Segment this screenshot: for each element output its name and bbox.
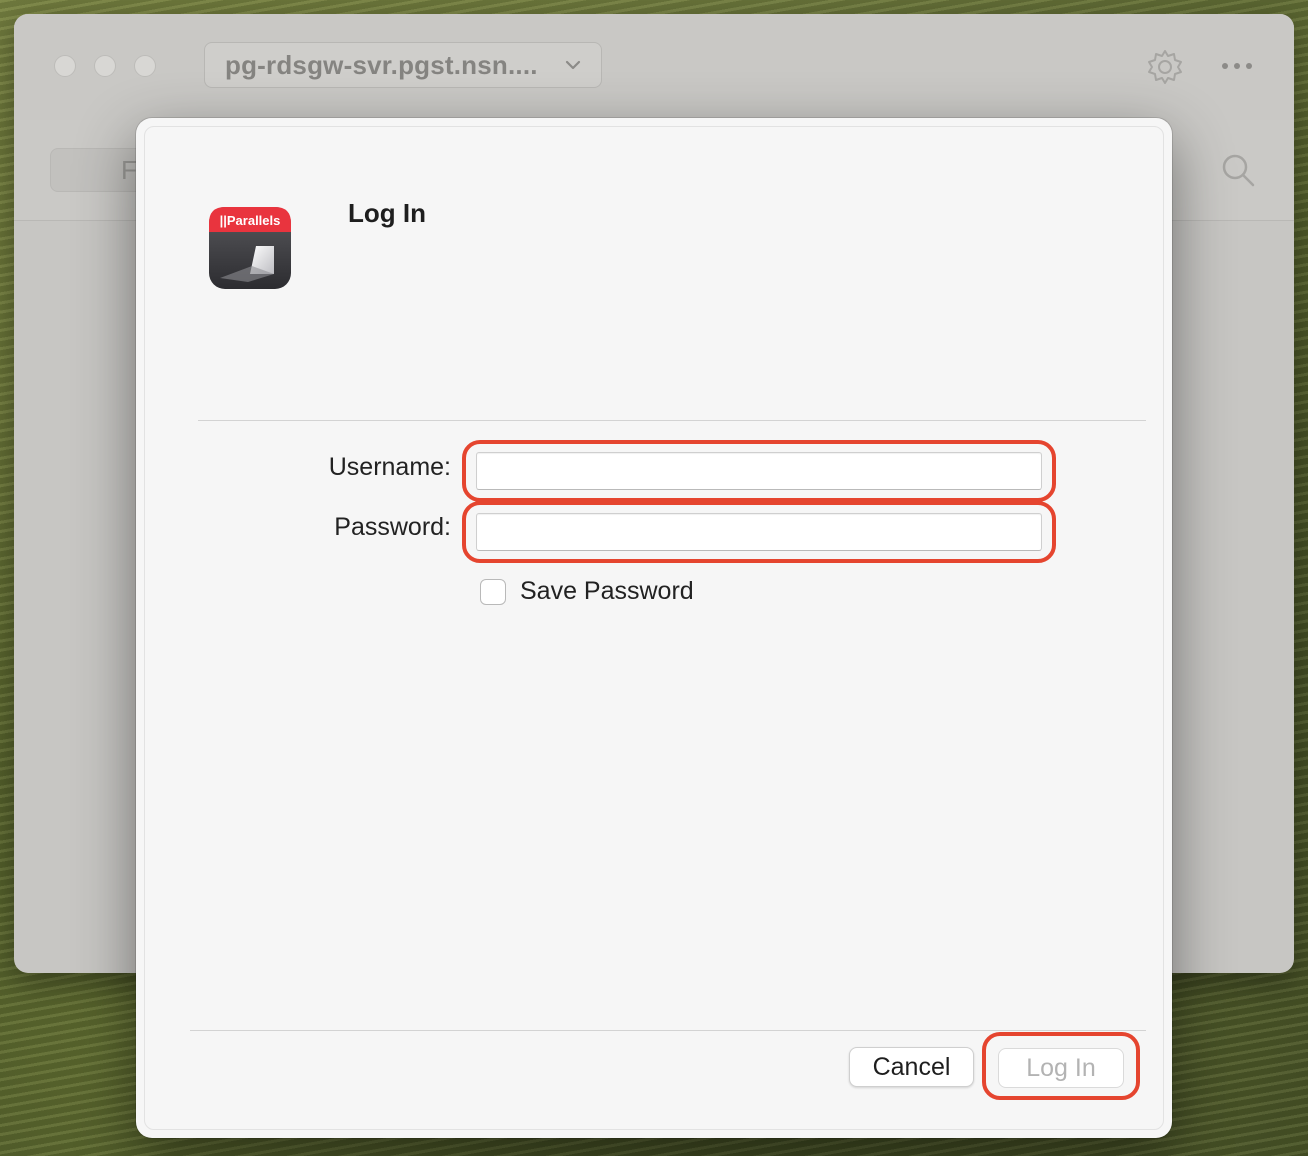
host-selector-value: pg-rdsgw-svr.pgst.nsn.... — [225, 49, 538, 80]
app-icon-text: ||Parallels — [220, 213, 281, 228]
close-window-button[interactable] — [54, 55, 76, 77]
gear-icon[interactable] — [1146, 48, 1184, 86]
divider — [198, 420, 1146, 421]
zoom-window-button[interactable] — [134, 55, 156, 77]
username-highlight — [462, 440, 1056, 502]
login-button[interactable]: Log In — [998, 1048, 1124, 1088]
username-field[interactable] — [476, 452, 1042, 490]
username-label: Username: — [328, 453, 451, 481]
more-icon[interactable] — [1220, 60, 1254, 72]
window-titlebar: pg-rdsgw-svr.pgst.nsn.... — [14, 14, 1294, 121]
password-field[interactable] — [476, 513, 1042, 551]
parallels-app-icon: ||Parallels — [209, 207, 291, 289]
minimize-window-button[interactable] — [94, 55, 116, 77]
dialog-title: Log In — [348, 198, 426, 228]
host-selector[interactable]: pg-rdsgw-svr.pgst.nsn.... — [204, 42, 602, 88]
password-label: Password: — [334, 513, 451, 541]
login-dialog: ||Parallels Log In Username: Password: S… — [136, 118, 1172, 1138]
password-highlight — [462, 501, 1056, 563]
filter-field-placeholder: F — [121, 155, 137, 185]
save-password-label[interactable]: Save Password — [520, 577, 694, 606]
chevron-down-icon — [565, 60, 581, 70]
cancel-button[interactable]: Cancel — [849, 1047, 974, 1087]
save-password-checkbox[interactable] — [480, 579, 506, 605]
search-icon[interactable] — [1220, 152, 1256, 188]
login-highlight: Log In — [982, 1032, 1140, 1100]
dialog-frame — [144, 126, 1164, 1130]
divider — [190, 1030, 1146, 1031]
